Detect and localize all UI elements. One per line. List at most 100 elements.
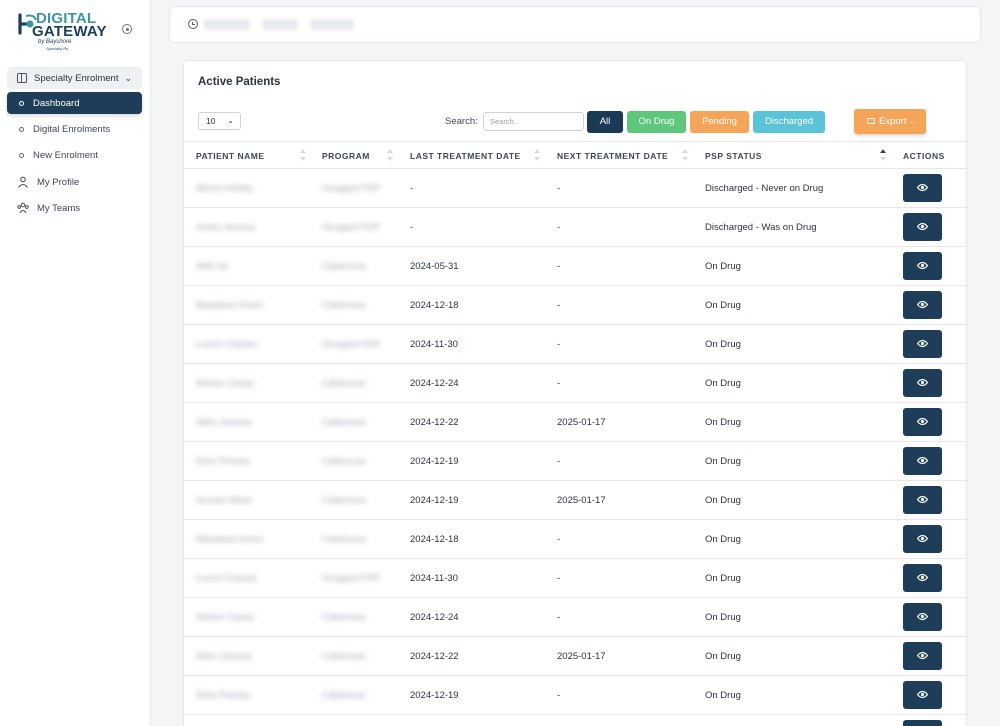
export-button[interactable]: Export ⌵ <box>854 109 926 134</box>
patient-name-cell[interactable]: Norton Casey <box>196 378 254 389</box>
filter-all-button[interactable]: All <box>587 111 623 133</box>
sort-icon[interactable] <box>533 148 541 164</box>
patient-name-cell[interactable]: Lunch Charles <box>196 339 257 350</box>
patient-name-cell[interactable]: Morris Ashley <box>196 183 253 194</box>
col-header-psp-status[interactable]: PSP STATUS <box>705 151 762 161</box>
next-treatment-cell: 2025-01-17 <box>557 651 606 662</box>
patient-name-cell[interactable]: Meadows Kevin <box>196 300 263 311</box>
next-treatment-cell: 2025-01-17 <box>557 417 606 428</box>
view-button[interactable] <box>903 174 942 202</box>
last-treatment-cell: 2024-12-19 <box>410 456 459 467</box>
chevron-down-icon: ⌵ <box>909 119 915 126</box>
eye-icon <box>917 612 928 621</box>
sidebar-toggle-icon[interactable] <box>122 24 132 34</box>
export-label: Export <box>879 116 907 127</box>
sort-icon[interactable] <box>386 148 394 164</box>
table-row: Morris Ashley Ocugard PSP - - Discharged - N… <box>184 169 966 208</box>
col-header-last-treatment[interactable]: LAST TREATMENT DATE <box>410 151 521 161</box>
patient-name-cell[interactable]: Lunch Charles <box>196 573 257 584</box>
brand-sub: Specialty Rx <box>46 46 69 51</box>
monitor-icon <box>867 118 875 124</box>
bullet-icon <box>19 126 24 132</box>
view-button[interactable] <box>903 408 942 436</box>
sidebar-item-new-enrolment[interactable]: New Enrolment <box>7 144 142 166</box>
view-button[interactable] <box>903 642 942 670</box>
program-cell: Cabenuva <box>322 456 366 467</box>
view-button[interactable] <box>903 564 942 592</box>
sidebar: DIGITAL GATEWAY by Bayshore Specialty Rx… <box>0 0 151 726</box>
card-title: Active Patients <box>198 76 281 88</box>
view-button[interactable] <box>903 252 942 280</box>
view-button[interactable] <box>903 681 942 709</box>
eye-icon <box>917 456 928 465</box>
view-button[interactable] <box>903 603 942 631</box>
view-button[interactable] <box>903 486 942 514</box>
sidebar-item-my-profile[interactable]: My Profile <box>7 171 142 193</box>
filter-discharged-button[interactable]: Discharged <box>753 111 825 133</box>
patient-name-cell[interactable]: Norton Casey <box>196 612 254 623</box>
view-button[interactable] <box>903 447 942 475</box>
col-header-patient-name[interactable]: PATIENT NAME <box>196 151 265 161</box>
nav-group-specialty-enrolment[interactable]: Specialty Enrolment ⌄ <box>7 67 142 89</box>
sidebar-item-digital-enrolments[interactable]: Digital Enrolments <box>7 118 142 140</box>
patient-name-cell[interactable]: Acosta Olivia <box>196 495 251 506</box>
clock-icon[interactable] <box>188 19 198 29</box>
psp-status-cell: Discharged - Never on Drug <box>705 183 824 194</box>
col-header-program[interactable]: PROGRAM <box>322 151 370 161</box>
sort-icon[interactable] <box>681 148 689 164</box>
top-bar <box>169 6 981 43</box>
program-cell: Ocugard PSP <box>322 183 381 194</box>
page-length-select[interactable]: 10 ⌄ <box>198 112 241 130</box>
sidebar-item-my-teams[interactable]: My Teams <box>7 197 142 219</box>
col-header-next-treatment[interactable]: NEXT TREATMENT DATE <box>557 151 668 161</box>
filter-on-drug-button[interactable]: On Drug <box>627 111 686 133</box>
program-cell: Cabenuva <box>322 261 366 272</box>
brand-logo[interactable]: DIGITAL GATEWAY by Bayshore Specialty Rx <box>16 10 116 51</box>
sort-icon[interactable] <box>299 148 307 164</box>
sidebar-item-label: My Teams <box>37 202 81 214</box>
patient-name-cell[interactable]: Elvis Presley <box>196 690 250 701</box>
breadcrumb-blurred <box>310 19 354 30</box>
patient-name-cell[interactable]: Meadows Kevin <box>196 534 263 545</box>
last-treatment-cell: - <box>410 183 414 194</box>
view-button[interactable] <box>903 291 942 319</box>
next-treatment-cell: - <box>557 222 561 233</box>
table-row: Allen Jessica Cabenuva 2024-12-22 2025-01-1… <box>184 637 966 676</box>
eye-icon <box>917 222 928 231</box>
eye-icon <box>917 573 928 582</box>
sidebar-item-label: Dashboard <box>33 97 80 109</box>
eye-icon <box>917 651 928 660</box>
view-button[interactable] <box>903 330 942 358</box>
eye-icon <box>917 495 928 504</box>
last-treatment-cell: 2024-12-24 <box>410 378 459 389</box>
search-label: Search: <box>445 116 478 127</box>
filter-pending-button[interactable]: Pending <box>690 111 749 133</box>
program-cell: Cabenuva <box>322 417 366 428</box>
patient-name-cell[interactable]: Allen Jessica <box>196 417 251 428</box>
sidebar-item-dashboard[interactable]: Dashboard <box>7 92 142 114</box>
last-treatment-cell: 2024-12-18 <box>410 534 459 545</box>
sort-asc-icon[interactable] <box>879 148 887 164</box>
view-button[interactable] <box>903 213 942 241</box>
patient-name-cell[interactable]: With ed <box>196 261 228 272</box>
table-row: Amen Jessica Ocugard PSP - - Discharged - Wa… <box>184 208 966 247</box>
view-button[interactable] <box>903 525 942 553</box>
patient-name-cell[interactable]: Elvis Presley <box>196 456 250 467</box>
patient-name-cell[interactable]: Amen Jessica <box>196 222 255 233</box>
eye-icon <box>917 417 928 426</box>
psp-status-cell: On Drug <box>705 300 741 311</box>
view-button[interactable] <box>903 720 942 726</box>
last-treatment-cell: 2024-12-22 <box>410 417 459 428</box>
psp-status-cell: On Drug <box>705 417 741 428</box>
brand-line2: GATEWAY <box>32 23 107 40</box>
next-treatment-cell: - <box>557 261 561 272</box>
search-input[interactable]: Search.. <box>483 112 584 131</box>
table-row: Lunch Charles Ocugard PSP 2024-11-30 - On Dr… <box>184 325 966 364</box>
table-row: Acosta Olivia Cabenuva 2024-12-19 2025-01-1… <box>184 481 966 520</box>
psp-status-cell: On Drug <box>705 339 741 350</box>
patient-name-cell[interactable]: Allen Jessica <box>196 651 251 662</box>
psp-status-cell: On Drug <box>705 690 741 701</box>
next-treatment-cell: - <box>557 300 561 311</box>
view-button[interactable] <box>903 369 942 397</box>
next-treatment-cell: - <box>557 573 561 584</box>
